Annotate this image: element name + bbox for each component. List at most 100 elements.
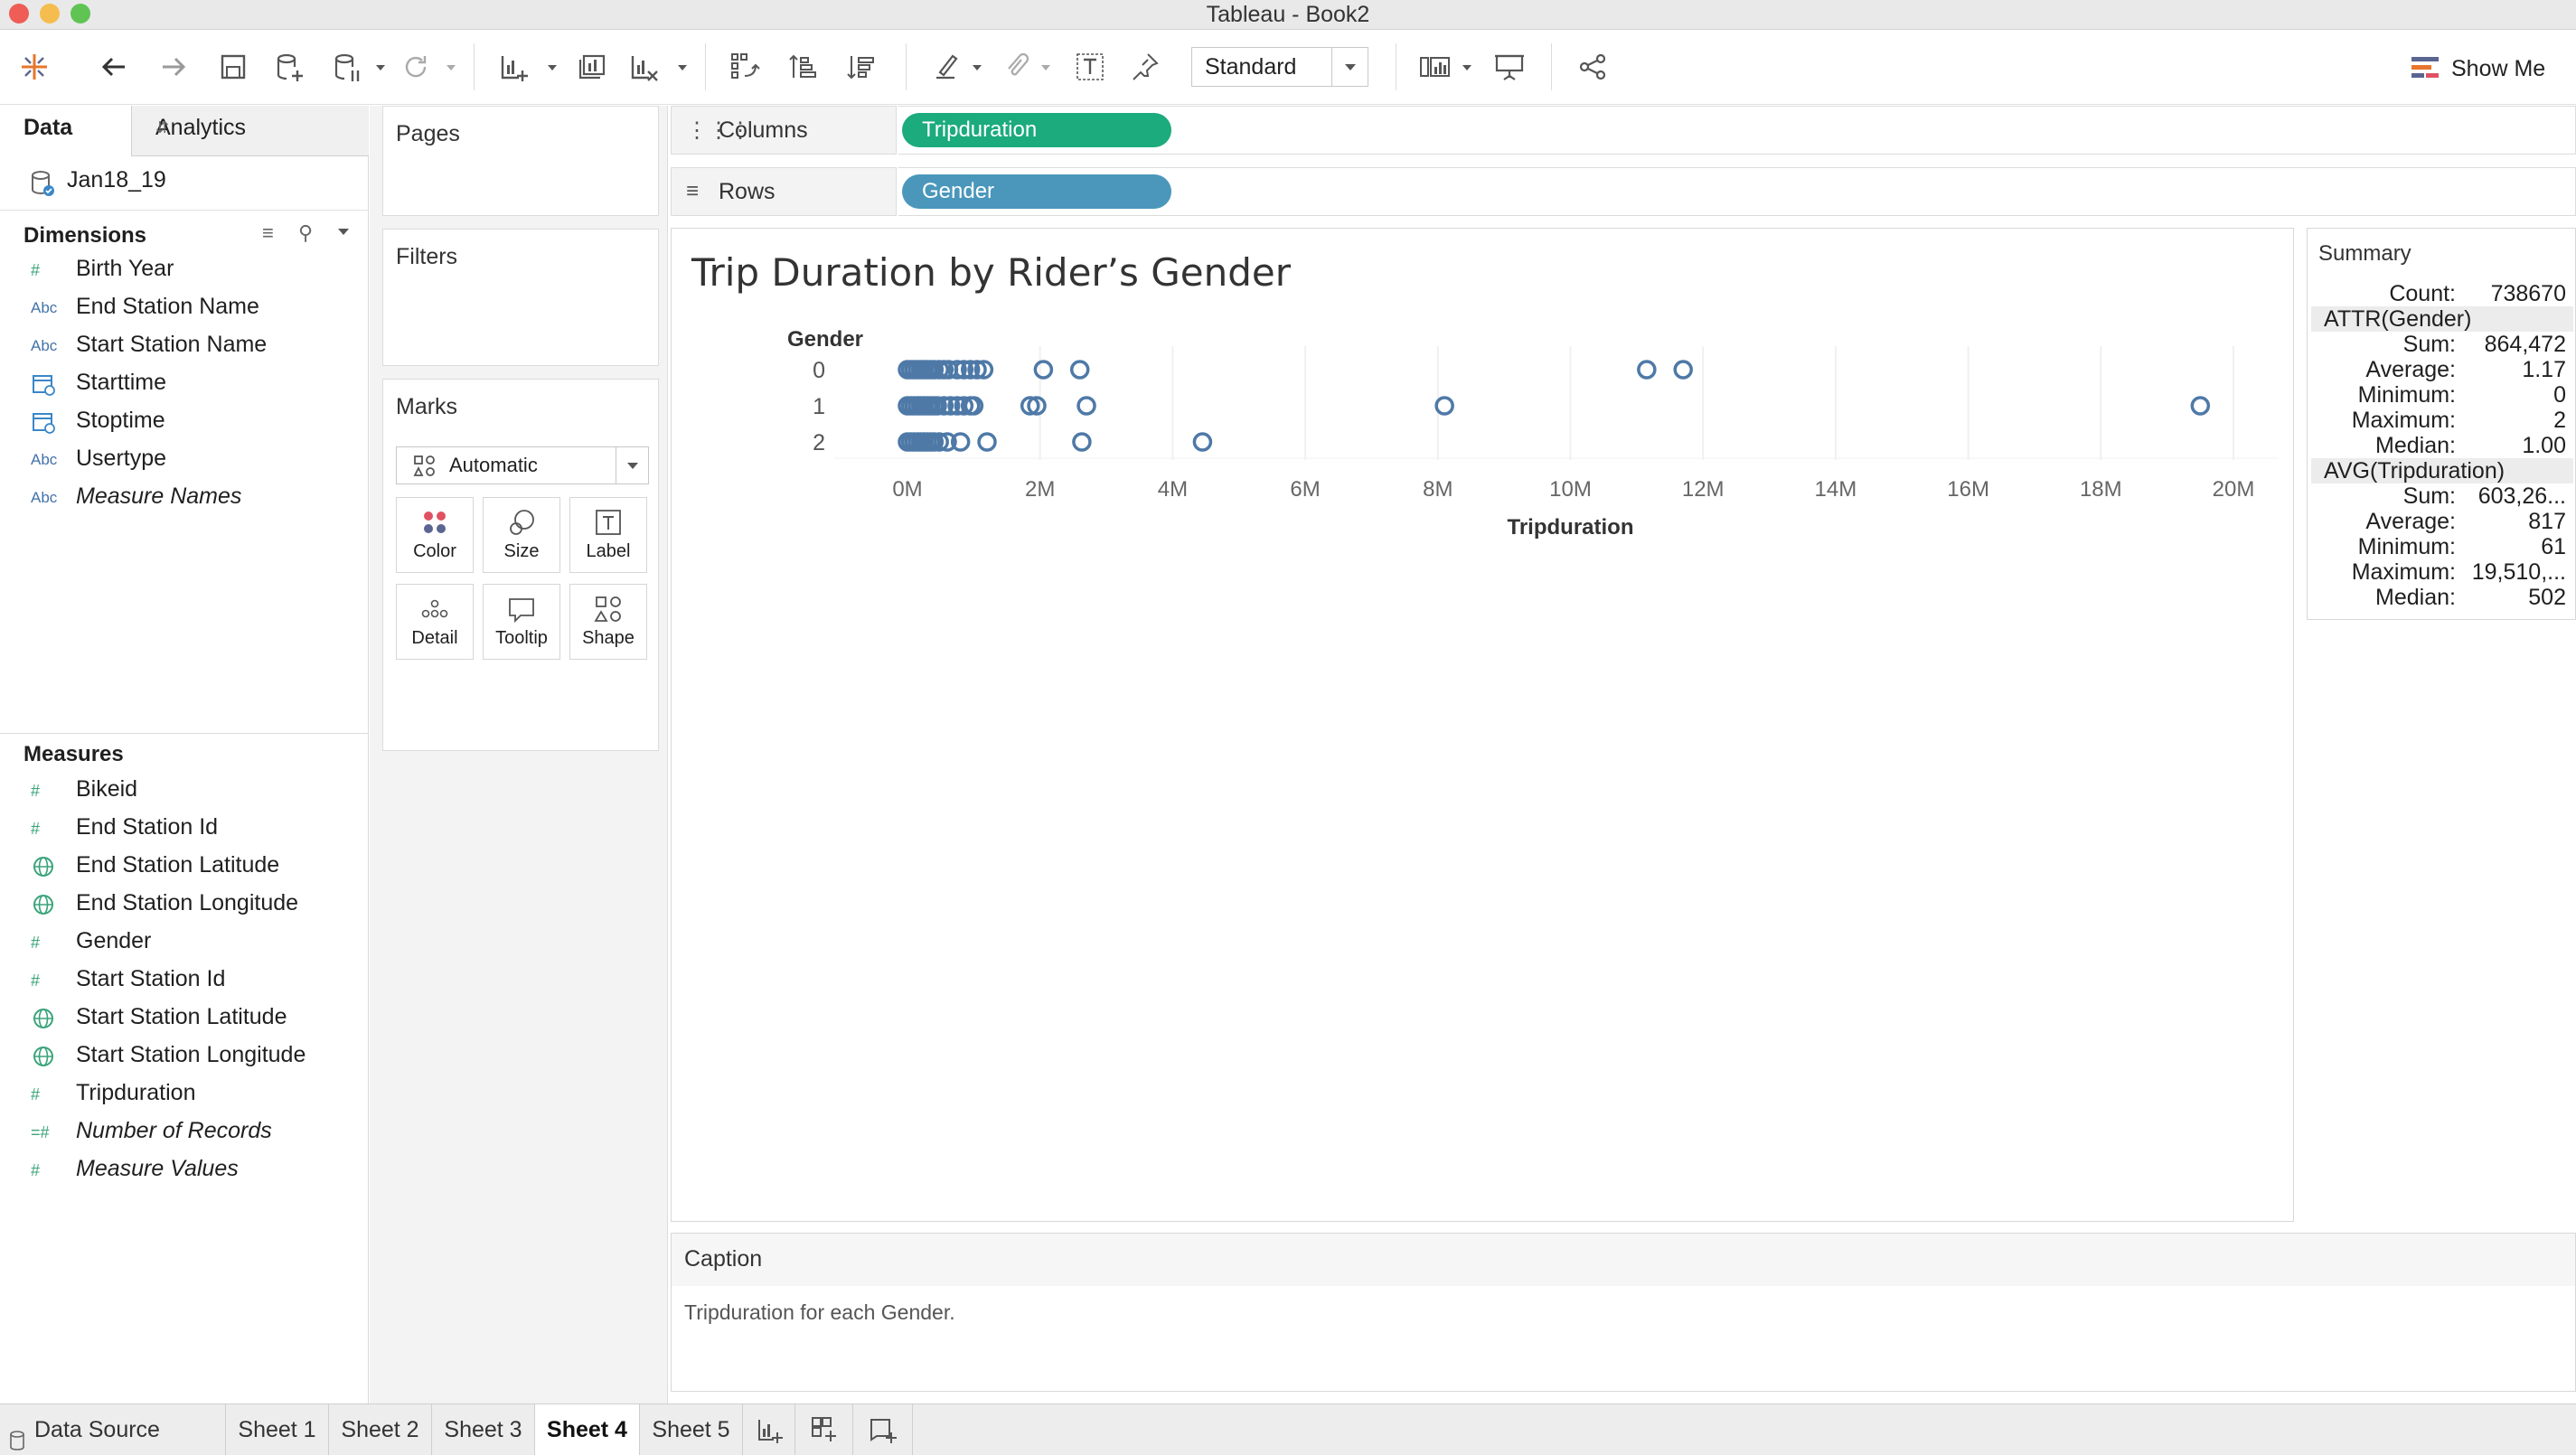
string-type-icon: Abc bbox=[31, 337, 58, 354]
measure-field[interactable]: # End Station Id bbox=[0, 809, 369, 847]
new-story-tab-button[interactable] bbox=[853, 1404, 913, 1455]
measure-field[interactable]: # Start Station Id bbox=[0, 961, 369, 999]
share-icon[interactable] bbox=[1575, 49, 1611, 85]
chevron-down-icon bbox=[616, 447, 648, 483]
detail-button[interactable]: Detail bbox=[396, 584, 474, 660]
chevron-down-icon[interactable] bbox=[374, 61, 387, 72]
chevron-down-icon bbox=[1331, 48, 1368, 86]
label-button[interactable]: Label bbox=[569, 497, 647, 573]
size-button[interactable]: Size bbox=[483, 497, 560, 573]
sheet-tab[interactable]: Sheet 3 bbox=[432, 1404, 535, 1455]
calculated-number-icon: =# bbox=[31, 1123, 50, 1141]
measure-field[interactable]: Start Station Longitude bbox=[0, 1037, 369, 1075]
measure-field[interactable]: End Station Latitude bbox=[0, 847, 369, 885]
sheet-tab[interactable]: Sheet 2 bbox=[329, 1404, 432, 1455]
measure-field[interactable]: Start Station Latitude bbox=[0, 999, 369, 1037]
group-icon[interactable] bbox=[998, 49, 1034, 85]
swap-icon[interactable] bbox=[727, 49, 763, 85]
new-data-source-icon[interactable] bbox=[271, 49, 307, 85]
undo-icon[interactable] bbox=[96, 49, 132, 85]
summary-key: Maximum: bbox=[2351, 559, 2456, 585]
measure-field[interactable]: # Bikeid bbox=[0, 771, 369, 809]
sheet-tab[interactable]: Sheet 4 bbox=[535, 1404, 640, 1455]
highlight-icon[interactable] bbox=[927, 49, 964, 85]
sheet-tab[interactable]: Sheet 1 bbox=[226, 1404, 329, 1455]
new-worksheet-icon[interactable] bbox=[495, 49, 531, 85]
chevron-down-icon[interactable] bbox=[445, 61, 457, 72]
clear-sheet-icon[interactable] bbox=[625, 49, 662, 85]
summary-row: Median: 1.00 bbox=[2311, 433, 2573, 458]
chevron-down-icon[interactable] bbox=[971, 61, 983, 72]
filters-card[interactable]: Filters bbox=[382, 229, 659, 366]
pane-divider[interactable] bbox=[0, 733, 369, 734]
field-label: End Station Id bbox=[76, 814, 219, 840]
tooltip-button[interactable]: Tooltip bbox=[483, 584, 560, 660]
measure-field[interactable]: # Gender bbox=[0, 923, 369, 961]
measure-field[interactable]: # Tripduration bbox=[0, 1075, 369, 1112]
pages-card[interactable]: Pages bbox=[382, 106, 659, 216]
chevron-down-icon[interactable] bbox=[1461, 61, 1473, 72]
fit-dropdown[interactable]: Standard bbox=[1191, 47, 1368, 87]
series-gender-1 bbox=[898, 396, 2211, 416]
dimension-field[interactable]: Starttime bbox=[0, 364, 369, 402]
x-tick-label: 12M bbox=[1682, 477, 1725, 502]
x-tick-label: 18M bbox=[2080, 477, 2122, 502]
chevron-down-icon[interactable] bbox=[676, 61, 689, 72]
rows-label: Rows bbox=[719, 179, 776, 204]
tab-analytics[interactable]: Analytics ⇵ bbox=[132, 106, 369, 156]
pause-updates-icon[interactable] bbox=[329, 49, 365, 85]
field-label: Start Station Latitude bbox=[76, 1004, 287, 1029]
chevron-down-icon[interactable] bbox=[1039, 61, 1052, 72]
date-type-icon bbox=[31, 371, 58, 397]
presentation-icon[interactable] bbox=[1491, 49, 1528, 85]
dimension-field[interactable]: Stoptime bbox=[0, 402, 369, 440]
columns-pill[interactable]: Tripduration bbox=[902, 113, 1171, 147]
duplicate-sheet-icon[interactable] bbox=[573, 49, 609, 85]
measure-field[interactable]: End Station Longitude bbox=[0, 885, 369, 923]
sort-ascending-icon[interactable] bbox=[786, 49, 823, 85]
show-cards-icon[interactable] bbox=[1417, 49, 1453, 85]
new-dashboard-tab-button[interactable] bbox=[795, 1404, 853, 1455]
redo-icon[interactable] bbox=[155, 49, 192, 85]
measure-field[interactable]: # Measure Values bbox=[0, 1150, 369, 1188]
sheet-tab[interactable]: Sheet 5 bbox=[640, 1404, 743, 1455]
dimension-field[interactable]: Abc Start Station Name bbox=[0, 326, 369, 364]
dimension-field[interactable]: Abc Measure Names bbox=[0, 478, 369, 516]
show-labels-icon[interactable] bbox=[1072, 49, 1108, 85]
tab-data[interactable]: Data bbox=[0, 106, 132, 156]
chevron-down-icon[interactable] bbox=[546, 61, 559, 72]
data-point bbox=[1637, 360, 1657, 380]
summary-value: 502 bbox=[2528, 585, 2566, 610]
tab-data-source[interactable]: Data Source bbox=[0, 1404, 226, 1455]
summary-key: Median: bbox=[2375, 585, 2456, 610]
size-icon bbox=[506, 507, 537, 538]
sort-descending-icon[interactable] bbox=[844, 49, 880, 85]
mark-type-dropdown[interactable]: Automatic bbox=[396, 446, 649, 484]
color-icon bbox=[419, 507, 450, 538]
measure-field[interactable]: =# Number of Records bbox=[0, 1112, 369, 1150]
dimension-field[interactable]: # Birth Year bbox=[0, 250, 369, 288]
search-icon[interactable]: ⚲ bbox=[298, 221, 313, 245]
fix-axes-icon[interactable] bbox=[1128, 49, 1164, 85]
rows-pill[interactable]: Gender bbox=[902, 174, 1171, 209]
cards-column: Pages Filters Marks Automatic Color Size… bbox=[370, 106, 668, 1403]
dimension-field[interactable]: Abc End Station Name bbox=[0, 288, 369, 326]
detail-icon bbox=[419, 594, 450, 624]
x-tick-label: 14M bbox=[1815, 477, 1857, 502]
caption-header: Caption bbox=[672, 1234, 2575, 1286]
summary-group-label: AVG(Tripduration) bbox=[2324, 458, 2505, 483]
field-label: End Station Name bbox=[76, 294, 259, 319]
field-label: Bikeid bbox=[76, 776, 138, 802]
data-source-item[interactable]: Jan18_19 bbox=[0, 156, 369, 211]
shape-button[interactable]: Shape bbox=[569, 584, 647, 660]
tooltip-label: Tooltip bbox=[495, 628, 548, 648]
dimension-field[interactable]: Abc Usertype bbox=[0, 440, 369, 478]
view-list-icon[interactable]: ≡ bbox=[262, 221, 274, 245]
chevron-down-icon[interactable] bbox=[336, 225, 351, 242]
new-worksheet-tab-button[interactable] bbox=[743, 1404, 795, 1455]
y-axis-title: Gender bbox=[787, 327, 863, 352]
tableau-logo-icon[interactable] bbox=[16, 49, 52, 85]
color-button[interactable]: Color bbox=[396, 497, 474, 573]
save-icon[interactable] bbox=[215, 49, 251, 85]
refresh-icon[interactable] bbox=[398, 49, 434, 85]
